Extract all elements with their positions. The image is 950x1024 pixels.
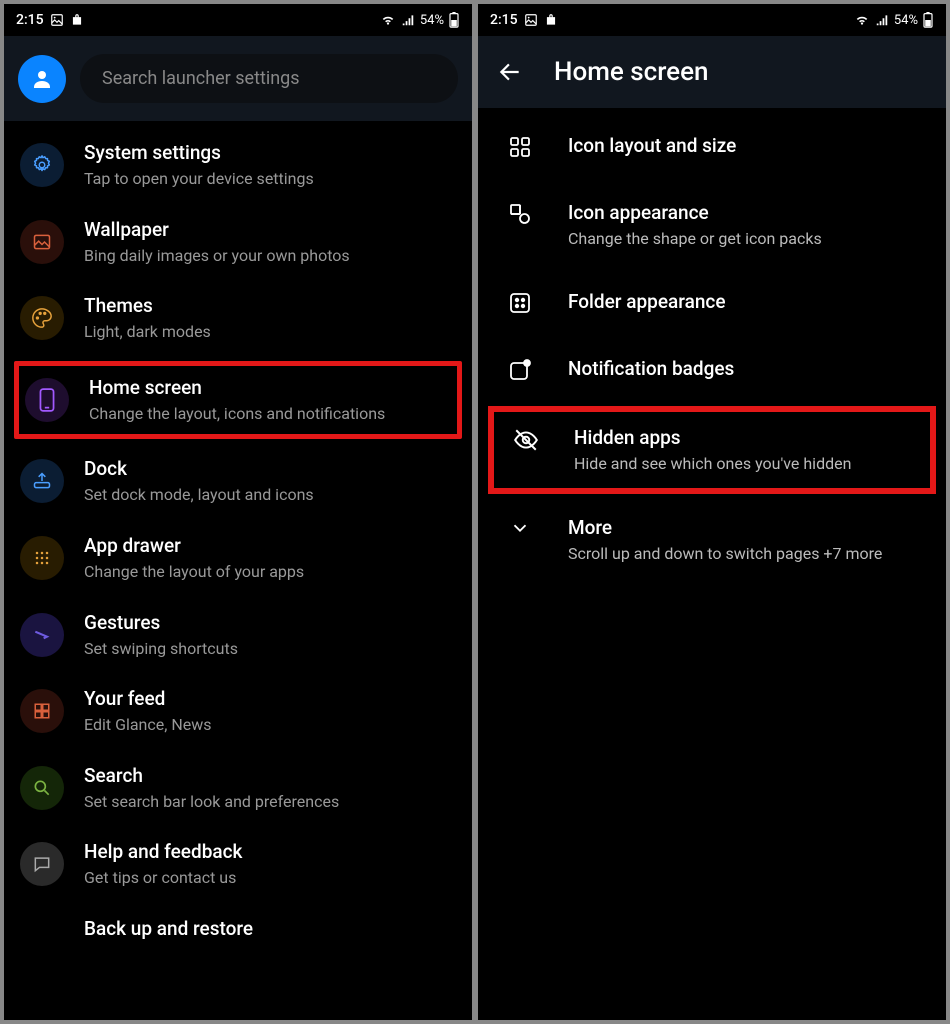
- item-icon-layout[interactable]: Icon layout and size: [478, 114, 946, 181]
- wifi-icon: [380, 13, 396, 27]
- image-icon: [32, 232, 52, 252]
- upload-icon: [32, 471, 52, 491]
- arrow-left-icon: [497, 59, 523, 85]
- status-bar: 2:15 54%: [4, 4, 472, 36]
- chat-icon: [32, 854, 52, 874]
- item-sub: Set dock mode, layout and icons: [84, 484, 456, 506]
- wifi-icon: [854, 13, 870, 27]
- settings-item-themes[interactable]: Themes Light, dark modes: [4, 280, 472, 357]
- shapes-icon: [508, 202, 532, 226]
- settings-item-backup[interactable]: Back up and restore: [4, 903, 472, 963]
- palette-icon: [31, 307, 53, 329]
- item-title: More: [568, 516, 930, 539]
- settings-list: System settings Tap to open your device …: [4, 121, 472, 1020]
- item-sub: Light, dark modes: [84, 321, 456, 343]
- header: Home screen: [478, 36, 946, 108]
- item-folder-appearance[interactable]: Folder appearance: [478, 270, 946, 337]
- settings-item-app-drawer[interactable]: App drawer Change the layout of your app…: [4, 520, 472, 597]
- back-button[interactable]: [492, 54, 528, 90]
- feed-icon: [33, 702, 51, 720]
- battery-icon: [448, 12, 460, 28]
- search-icon: [32, 778, 52, 798]
- profile-avatar[interactable]: [18, 55, 66, 103]
- home-screen-list: Icon layout and size Icon appearance Cha…: [478, 108, 946, 1020]
- status-time: 2:15: [16, 12, 44, 28]
- item-sub: Change the shape or get icon packs: [568, 228, 930, 250]
- item-more[interactable]: More Scroll up and down to switch pages …: [478, 496, 946, 585]
- item-sub: Scroll up and down to switch pages +7 mo…: [568, 543, 930, 565]
- search-input[interactable]: Search launcher settings: [80, 54, 458, 103]
- status-battery: 54%: [894, 13, 918, 28]
- item-title: Notification badges: [568, 357, 930, 380]
- item-title: Home screen: [89, 376, 451, 399]
- item-title: Wallpaper: [84, 218, 456, 241]
- settings-item-feed[interactable]: Your feed Edit Glance, News: [4, 673, 472, 750]
- settings-item-search[interactable]: Search Set search bar look and preferenc…: [4, 750, 472, 827]
- item-title: Icon appearance: [568, 201, 930, 224]
- phone-icon: [39, 388, 55, 412]
- page-title: Home screen: [554, 57, 708, 87]
- item-title: App drawer: [84, 534, 456, 557]
- settings-item-home-screen[interactable]: Home screen Change the layout, icons and…: [14, 361, 462, 440]
- item-hidden-apps[interactable]: Hidden apps Hide and see which ones you'…: [488, 406, 936, 495]
- grid-dots-icon: [32, 548, 52, 568]
- settings-item-wallpaper[interactable]: Wallpaper Bing daily images or your own …: [4, 204, 472, 281]
- item-title: System settings: [84, 141, 456, 164]
- item-notification-badges[interactable]: Notification badges: [478, 337, 946, 404]
- item-title: Dock: [84, 457, 456, 480]
- settings-item-dock[interactable]: Dock Set dock mode, layout and icons: [4, 443, 472, 520]
- item-sub: Edit Glance, News: [84, 714, 456, 736]
- item-title: Folder appearance: [568, 290, 930, 313]
- home-screen-settings: 2:15 54% Home screen Icon layout and siz…: [478, 4, 946, 1020]
- item-sub: Change the layout, icons and notificatio…: [89, 403, 451, 425]
- person-icon: [30, 67, 54, 91]
- item-title: Your feed: [84, 687, 456, 710]
- item-sub: Set swiping shortcuts: [84, 638, 456, 660]
- settings-screen: 2:15 54% Search launcher settings System…: [4, 4, 472, 1020]
- folder-grid-icon: [508, 291, 532, 315]
- image-icon: [50, 13, 64, 27]
- gear-icon: [31, 154, 53, 176]
- item-sub: Set search bar look and preferences: [84, 791, 456, 813]
- item-sub: Tap to open your device settings: [84, 168, 456, 190]
- eye-off-icon: [513, 427, 539, 453]
- settings-item-gestures[interactable]: Gestures Set swiping shortcuts: [4, 597, 472, 674]
- item-sub: Hide and see which ones you've hidden: [574, 453, 924, 475]
- item-sub: Bing daily images or your own photos: [84, 245, 456, 267]
- item-sub: Get tips or contact us: [84, 867, 456, 889]
- item-title: Search: [84, 764, 456, 787]
- bag-icon: [70, 13, 84, 27]
- header: Search launcher settings: [4, 36, 472, 121]
- status-bar: 2:15 54%: [478, 4, 946, 36]
- item-title: Themes: [84, 294, 456, 317]
- item-sub: Change the layout of your apps: [84, 561, 456, 583]
- image-icon: [524, 13, 538, 27]
- badge-icon: [508, 358, 532, 382]
- signal-icon: [874, 13, 890, 27]
- signal-icon: [400, 13, 416, 27]
- status-time: 2:15: [490, 12, 518, 28]
- item-title: Back up and restore: [84, 917, 456, 940]
- grid-icon: [508, 135, 532, 159]
- swipe-icon: [32, 625, 52, 645]
- item-title: Gestures: [84, 611, 456, 634]
- settings-item-help[interactable]: Help and feedback Get tips or contact us: [4, 826, 472, 903]
- settings-item-system[interactable]: System settings Tap to open your device …: [4, 127, 472, 204]
- item-title: Icon layout and size: [568, 134, 930, 157]
- item-title: Help and feedback: [84, 840, 456, 863]
- chevron-down-icon: [509, 517, 531, 539]
- item-icon-appearance[interactable]: Icon appearance Change the shape or get …: [478, 181, 946, 270]
- item-title: Hidden apps: [574, 426, 924, 449]
- bag-icon: [544, 13, 558, 27]
- status-battery: 54%: [420, 13, 444, 28]
- battery-icon: [922, 12, 934, 28]
